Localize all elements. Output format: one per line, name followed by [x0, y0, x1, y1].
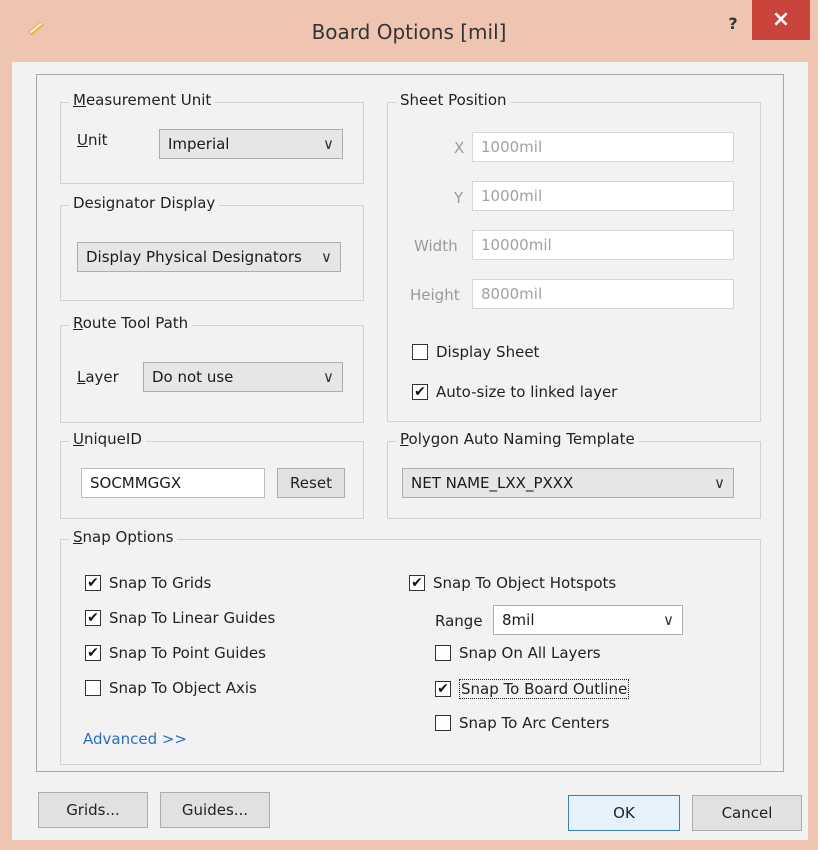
snap-to-object-axis-checkbox[interactable]: Snap To Object Axis	[85, 679, 257, 697]
snap-to-object-hotspots-checkbox[interactable]: ✔ Snap To Object Hotspots	[409, 574, 616, 592]
snap-options-legend: Snap Options	[69, 528, 178, 546]
snap-to-object-hotspots-box[interactable]: ✔	[409, 575, 425, 591]
chevron-down-icon	[714, 469, 725, 497]
checkmark-icon: ✔	[414, 384, 426, 400]
checkmark-icon: ✔	[87, 575, 99, 591]
auto-size-checkbox[interactable]: ✔ Auto-size to linked layer	[412, 383, 617, 401]
unique-id-input[interactable]: SOCMMGGX	[81, 468, 265, 498]
help-button[interactable]: ?	[718, 14, 748, 38]
display-sheet-box[interactable]	[412, 344, 428, 360]
layer-select-value: Do not use	[152, 368, 234, 386]
range-select[interactable]: 8mil	[493, 605, 683, 635]
snap-to-grids-label: Snap To Grids	[109, 574, 212, 592]
height-input[interactable]: 8000mil	[472, 279, 734, 309]
snap-to-board-outline-checkbox[interactable]: ✔ Snap To Board Outline	[435, 679, 630, 699]
unit-label: Unit	[77, 131, 108, 149]
snap-to-grids-checkbox[interactable]: ✔ Snap To Grids	[85, 574, 211, 592]
snap-options-group: Snap Options ✔ Snap To Grids ✔ Snap To L…	[60, 528, 761, 765]
snap-to-object-axis-box[interactable]	[85, 680, 101, 696]
chevron-down-icon	[323, 130, 334, 158]
snap-to-board-outline-label: Snap To Board Outline	[459, 679, 630, 699]
x-label: X	[454, 139, 465, 157]
range-label: Range	[435, 612, 483, 630]
close-button[interactable]: ×	[752, 0, 810, 40]
measurement-unit-legend: Measurement Unit	[69, 91, 216, 109]
layer-select[interactable]: Do not use	[143, 362, 343, 392]
dialog-client-area: Measurement Unit Unit Imperial Designato…	[12, 62, 808, 840]
y-label: Y	[454, 189, 464, 207]
polygon-naming-group: Polygon Auto Naming Template NET NAME_LX…	[387, 430, 761, 519]
display-sheet-checkbox[interactable]: Display Sheet	[412, 343, 539, 361]
snap-to-point-guides-label: Snap To Point Guides	[109, 644, 266, 662]
checkmark-icon: ✔	[437, 681, 449, 697]
snap-to-grids-box[interactable]: ✔	[85, 575, 101, 591]
chevron-down-icon	[321, 243, 332, 271]
range-select-value: 8mil	[502, 611, 535, 629]
unique-id-group: UniqueID SOCMMGGX Reset	[60, 430, 364, 519]
snap-on-all-layers-label: Snap On All Layers	[459, 644, 601, 662]
snap-to-arc-centers-checkbox[interactable]: Snap To Arc Centers	[435, 714, 609, 732]
guides-button[interactable]: Guides...	[160, 792, 270, 828]
snap-on-all-layers-box[interactable]	[435, 645, 451, 661]
width-input[interactable]: 10000mil	[472, 230, 734, 260]
snap-to-arc-centers-box[interactable]	[435, 715, 451, 731]
reset-button[interactable]: Reset	[277, 468, 345, 498]
designator-display-value: Display Physical Designators	[86, 248, 302, 266]
options-panel: Measurement Unit Unit Imperial Designato…	[36, 74, 784, 772]
snap-to-linear-guides-box[interactable]: ✔	[85, 610, 101, 626]
snap-to-linear-guides-checkbox[interactable]: ✔ Snap To Linear Guides	[85, 609, 275, 627]
checkmark-icon: ✔	[411, 575, 423, 591]
snap-to-board-outline-box[interactable]: ✔	[435, 681, 451, 697]
measurement-unit-group: Measurement Unit Unit Imperial	[60, 91, 364, 184]
layer-label: Layer	[77, 368, 119, 386]
cancel-button[interactable]: Cancel	[692, 795, 802, 831]
advanced-link[interactable]: Advanced >>	[83, 730, 187, 748]
unit-select-value: Imperial	[168, 135, 230, 153]
snap-to-point-guides-box[interactable]: ✔	[85, 645, 101, 661]
auto-size-box[interactable]: ✔	[412, 384, 428, 400]
polygon-naming-select[interactable]: NET NAME_LXX_PXXX	[402, 468, 734, 498]
sheet-position-legend: Sheet Position	[396, 91, 511, 109]
snap-on-all-layers-checkbox[interactable]: Snap On All Layers	[435, 644, 601, 662]
route-tool-path-group: Route Tool Path Layer Do not use	[60, 314, 364, 423]
route-tool-path-legend: Route Tool Path	[69, 314, 193, 332]
snap-to-linear-guides-label: Snap To Linear Guides	[109, 609, 276, 627]
designator-display-group: Designator Display Display Physical Desi…	[60, 194, 364, 301]
polygon-naming-value: NET NAME_LXX_PXXX	[411, 474, 574, 492]
grids-button[interactable]: Grids...	[38, 792, 148, 828]
snap-to-point-guides-checkbox[interactable]: ✔ Snap To Point Guides	[85, 644, 266, 662]
checkmark-icon: ✔	[87, 610, 99, 626]
unique-id-legend: UniqueID	[69, 430, 146, 448]
board-options-dialog: Board Options [mil] ? × Measurement Unit…	[0, 0, 818, 850]
unit-select[interactable]: Imperial	[159, 129, 343, 159]
snap-to-arc-centers-label: Snap To Arc Centers	[459, 714, 610, 732]
designator-display-legend: Designator Display	[69, 194, 220, 212]
y-input[interactable]: 1000mil	[472, 181, 734, 211]
snap-to-object-hotspots-label: Snap To Object Hotspots	[433, 574, 617, 592]
designator-display-select[interactable]: Display Physical Designators	[77, 242, 341, 272]
title-bar: Board Options [mil] ? ×	[0, 0, 818, 62]
polygon-naming-legend: Polygon Auto Naming Template	[396, 430, 639, 448]
snap-to-object-axis-label: Snap To Object Axis	[109, 679, 257, 697]
chevron-down-icon	[663, 606, 674, 634]
checkmark-icon: ✔	[87, 645, 99, 661]
chevron-down-icon	[323, 363, 334, 391]
window-title: Board Options [mil]	[311, 20, 507, 44]
x-input[interactable]: 1000mil	[472, 132, 734, 162]
ok-button[interactable]: OK	[568, 795, 680, 831]
auto-size-label: Auto-size to linked layer	[436, 383, 618, 401]
height-label: Height	[410, 286, 460, 304]
display-sheet-label: Display Sheet	[436, 343, 540, 361]
sheet-position-group: Sheet Position X 1000mil Y 1000mil Width…	[387, 91, 761, 422]
width-label: Width	[414, 237, 458, 255]
